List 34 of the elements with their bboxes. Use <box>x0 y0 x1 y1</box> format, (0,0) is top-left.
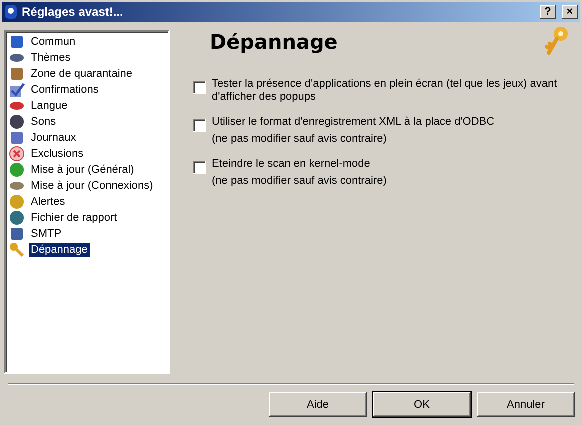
option-note: (ne pas modifier sauf avis contraire) <box>212 175 387 188</box>
app-icon <box>4 4 18 20</box>
list-item[interactable]: Mise à jour (Connexions) <box>29 179 156 193</box>
list-item[interactable]: Zone de quarantaine <box>29 67 135 81</box>
option-label: Eteindre le scan en kernel-mode <box>212 158 372 171</box>
list-item[interactable]: SMTP <box>29 227 64 241</box>
close-button[interactable]: × <box>562 5 578 19</box>
checkbox[interactable] <box>193 119 206 132</box>
option-label: Tester la présence d'applications en plein écran (tel que les jeux) avant d'afficher des popups <box>212 78 558 104</box>
panel-title: Dépannage <box>210 30 338 54</box>
cross-circle-icon <box>9 146 25 162</box>
list-item[interactable]: Thèmes <box>29 51 73 65</box>
list-item[interactable]: Commun <box>29 35 78 49</box>
list-item[interactable]: Mise à jour (Général) <box>29 163 136 177</box>
key-icon <box>544 26 570 58</box>
list-item[interactable]: Exclusions <box>29 147 86 161</box>
list-item[interactable]: Sons <box>29 115 58 129</box>
help-button[interactable]: ? <box>540 5 556 19</box>
list-item[interactable]: Alertes <box>29 195 68 209</box>
checkbox[interactable] <box>193 161 206 174</box>
list-item[interactable]: Dépannage <box>29 243 90 257</box>
option-label: Utiliser le format d'enregistrement XML à la place d'ODBC <box>212 116 495 129</box>
option-note: (ne pas modifier sauf avis contraire) <box>212 133 388 146</box>
list-item[interactable]: Fichier de rapport <box>29 211 120 225</box>
checkmark-icon <box>9 82 25 98</box>
window-title: Réglages avast!... <box>22 5 124 19</box>
dialog-button[interactable]: Aide <box>269 392 367 417</box>
key-icon <box>9 242 25 258</box>
dialog-button[interactable]: OK <box>373 392 471 417</box>
list-item[interactable]: Langue <box>29 99 70 113</box>
list-item[interactable]: Confirmations <box>29 83 101 97</box>
checkbox[interactable] <box>193 81 206 94</box>
list-item[interactable]: Journaux <box>29 131 78 145</box>
dialog-button[interactable]: Annuler <box>477 392 575 417</box>
